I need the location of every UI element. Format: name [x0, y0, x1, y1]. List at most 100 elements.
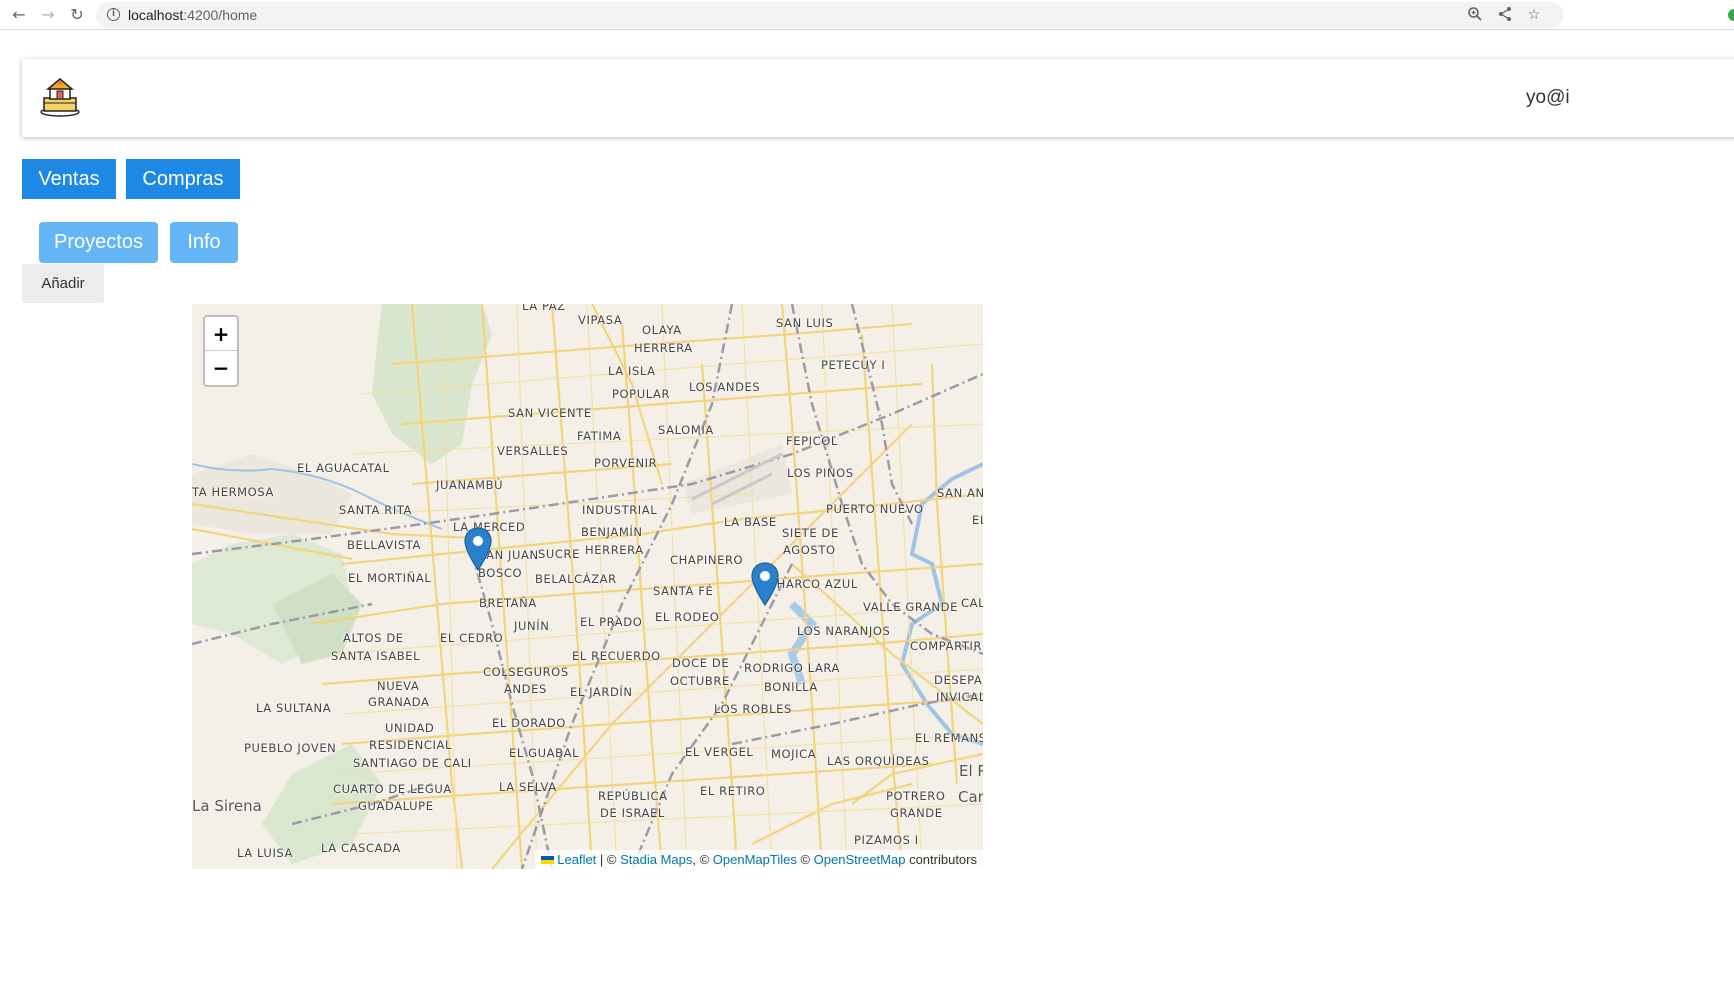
place-label: SANTA FÉ	[653, 584, 714, 598]
place-label: TA HERMOSA	[192, 485, 274, 499]
place-label: REPÚBLICA	[598, 789, 668, 803]
ventas-button[interactable]: Ventas	[22, 159, 116, 199]
place-label: ALTOS DE	[343, 631, 404, 645]
ukraine-flag-icon	[541, 856, 555, 864]
openstreetmap-link[interactable]: OpenStreetMap	[814, 852, 906, 867]
place-label: LA ISLA	[608, 364, 656, 378]
place-label: OCTUBRE	[670, 674, 730, 688]
place-label: INDUSTRIAL	[582, 503, 658, 517]
place-label: DE ISRAEL	[600, 806, 665, 820]
place-label: EL RETIRO	[700, 784, 766, 798]
place-label: CAL	[961, 596, 983, 610]
place-label: POTRERO	[886, 789, 946, 803]
place-label: EL RECUERDO	[572, 649, 661, 663]
place-label: HERRERA	[585, 543, 644, 557]
place-label: EL CEDRO	[440, 631, 504, 645]
info-icon[interactable]: i	[107, 8, 120, 21]
house-cake-icon[interactable]	[39, 76, 81, 118]
map[interactable]: + − LA PAZ VIPASA OLAYA HERRERA SAN LUIS…	[192, 304, 983, 869]
proyectos-button[interactable]: Proyectos	[39, 222, 158, 263]
place-label: SUCRE	[538, 547, 581, 561]
leaflet-link[interactable]: Leaflet	[557, 852, 596, 867]
place-label: LOS PINOS	[787, 466, 854, 480]
back-icon[interactable]: ←	[9, 5, 29, 25]
place-label: VIPASA	[578, 313, 623, 327]
zoom-control: + −	[203, 315, 239, 387]
place-label: OLAYA	[642, 323, 682, 337]
place-label: El P	[959, 762, 983, 780]
place-label: Car	[958, 788, 983, 806]
place-label: GUADALUPE	[358, 799, 434, 813]
map-pin-icon[interactable]	[464, 527, 492, 572]
place-label: SANTIAGO DE CALI	[353, 756, 472, 770]
place-label: LOS ANDES	[689, 380, 761, 394]
zoom-in-button[interactable]: +	[205, 317, 237, 351]
place-label: EL AGUACATAL	[297, 461, 390, 475]
place-label: SANTA RITA	[339, 503, 413, 517]
place-label: LOS ROBLES	[714, 702, 792, 716]
place-label: PETECUY I	[821, 358, 886, 372]
browser-toolbar: ← → ↻ i localhost:4200/home ☆	[0, 0, 1734, 30]
place-label: CHAPINERO	[670, 553, 744, 567]
place-label: LAS ORQUÍDEAS	[827, 754, 930, 768]
place-label: FATIMA	[577, 429, 622, 443]
place-label: LOS NARANJOS	[797, 624, 891, 638]
place-label: EL JARDÍN	[570, 685, 633, 699]
url-text[interactable]: localhost:4200/home	[128, 7, 257, 23]
place-label: BONILLA	[764, 680, 818, 694]
url-path: :4200/home	[183, 7, 258, 23]
user-email[interactable]: yo@i	[1526, 87, 1570, 109]
place-label: EL DORADO	[492, 716, 566, 730]
zoom-icon[interactable]	[1466, 6, 1484, 24]
attribution-tail: contributors	[905, 852, 977, 867]
place-label: RODRIGO LARA	[744, 661, 841, 675]
attribution-separator: ©	[796, 852, 814, 867]
place-label: LA BASE	[724, 515, 777, 529]
add-button[interactable]: Añadir	[22, 264, 104, 303]
map-pin-icon[interactable]	[751, 562, 779, 607]
compras-button[interactable]: Compras	[126, 159, 240, 199]
info-button[interactable]: Info	[170, 222, 238, 263]
zoom-out-button[interactable]: −	[205, 351, 237, 385]
place-label: SAN AN	[937, 486, 983, 500]
place-label: EL PRADO	[580, 615, 643, 629]
attribution-separator: | ©	[596, 852, 621, 867]
place-label: LA SELVA	[499, 780, 557, 794]
place-label: GRANDE	[890, 806, 943, 820]
star-icon[interactable]: ☆	[1525, 6, 1543, 24]
place-label: HERRERA	[634, 341, 693, 355]
place-label: DESEPA	[934, 673, 983, 687]
place-label: PUERTO NUEVO	[826, 502, 924, 516]
forward-icon[interactable]: →	[38, 5, 58, 25]
place-label: SALOMIA	[658, 423, 714, 437]
address-bar[interactable]: i localhost:4200/home ☆	[96, 2, 1564, 28]
place-label: GRANADA	[368, 695, 430, 709]
place-label: UNIDAD	[385, 721, 435, 735]
place-label: COLSEGUROS	[483, 665, 569, 679]
extension-icon[interactable]	[1728, 9, 1734, 21]
place-label: COMPARTIR	[910, 639, 983, 653]
place-label: La Sirena	[192, 797, 262, 815]
place-label: EL RODEO	[655, 610, 720, 624]
url-host: localhost	[128, 7, 184, 23]
place-label: CHARCO AZUL	[768, 577, 858, 591]
map-attribution: Leaflet | © Stadia Maps, © OpenMapTiles …	[535, 850, 983, 869]
place-label: INVICAL	[936, 690, 983, 704]
openmaptiles-link[interactable]: OpenMapTiles	[713, 852, 797, 867]
place-label: JUNÍN	[514, 619, 550, 633]
place-label: FEPICOL	[786, 434, 838, 448]
place-label: POPULAR	[612, 387, 671, 401]
place-label: SAN LUIS	[776, 316, 834, 330]
reload-icon[interactable]: ↻	[67, 5, 87, 25]
place-label: LA CASCADA	[321, 841, 401, 855]
place-label: EL VERGEL	[685, 745, 754, 759]
map-tiles[interactable]	[192, 304, 983, 869]
place-label: VALLE GRANDE	[863, 600, 958, 614]
place-label: EL MORTIÑAL	[348, 571, 432, 585]
place-label: SANTA ISABEL	[331, 649, 421, 663]
share-icon[interactable]	[1496, 6, 1514, 24]
place-label: SIETE DE	[782, 526, 839, 540]
place-label: CUARTO DE LEGUA	[333, 782, 452, 796]
place-label: BRETAÑA	[479, 596, 537, 610]
stadia-link[interactable]: Stadia Maps	[620, 852, 692, 867]
